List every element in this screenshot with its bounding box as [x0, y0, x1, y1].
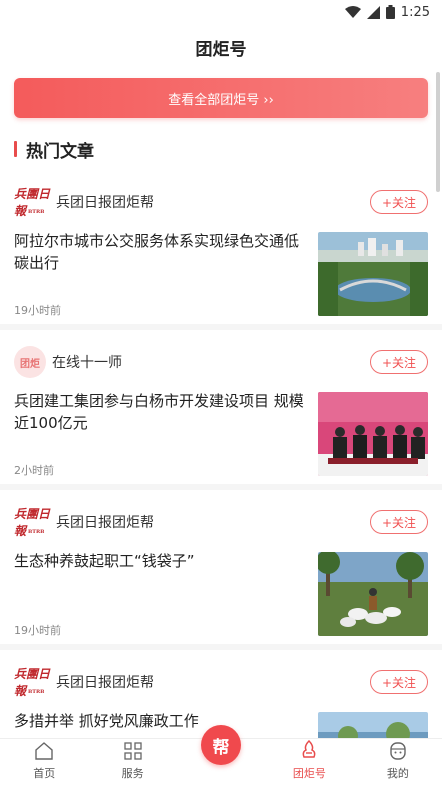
follow-button[interactable]: +关注	[370, 190, 428, 214]
article-time: 19小时前	[14, 304, 61, 317]
status-bar: 1:25	[0, 0, 442, 24]
tab-home[interactable]: 首页	[0, 739, 88, 786]
article-title[interactable]: 多措并举 抓好党风廉政工作	[14, 710, 304, 732]
tab-tuanju[interactable]: 团炬号	[265, 739, 353, 786]
bottom-tab-bar: 首页 服务 帮 团炬号 我的	[0, 725, 442, 786]
follow-button[interactable]: +关注	[370, 510, 428, 534]
section-title: 热门文章	[26, 141, 94, 162]
article-time: 19小时前	[14, 624, 61, 637]
bingtuan-ribao-logo[interactable]: 兵團日報 BTRB	[14, 187, 50, 218]
bingtuan-ribao-logo[interactable]: 兵團日報 BTRB	[14, 667, 50, 698]
card-header: 兵團日報 BTRB 兵团日报团炬帮 +关注	[14, 184, 428, 220]
view-all-tuanju-button[interactable]: 查看全部团炬号 ››	[14, 78, 428, 118]
tab-mine-label: 我的	[386, 767, 409, 780]
article-card[interactable]: 兵團日報 BTRB 兵团日报团炬帮 +关注 生态种养鼓起职工“钱袋子” 19小时前	[0, 490, 442, 650]
tab-service-label: 服务	[121, 767, 144, 780]
article-title[interactable]: 兵团建工集团参与白杨市开发建设项目 规模近100亿元	[14, 390, 304, 434]
home-icon	[33, 740, 55, 762]
signal-icon	[366, 5, 380, 19]
article-thumbnail[interactable]	[318, 392, 428, 476]
tab-tuanju-label: 团炬号	[292, 767, 326, 780]
tab-home-label: 首页	[33, 767, 56, 780]
bingtuan-ribao-logo[interactable]: 兵團日報 BTRB	[14, 507, 50, 538]
article-card[interactable]: 团炬 在线十一师 +关注 兵团建工集团参与白杨市开发建设项目 规模近100亿元 …	[0, 330, 442, 490]
article-time: 2小时前	[14, 464, 54, 477]
source-name[interactable]: 兵团日报团炬帮	[56, 672, 154, 692]
follow-button[interactable]: +关注	[370, 350, 428, 374]
article-thumbnail[interactable]	[318, 232, 428, 316]
article-title[interactable]: 阿拉尔市城市公交服务体系实现绿色交通低碳出行	[14, 230, 304, 274]
card-header: 兵團日報 BTRB 兵团日报团炬帮 +关注	[14, 664, 428, 700]
section-heading: 热门文章	[14, 138, 94, 162]
article-thumbnail[interactable]	[318, 552, 428, 636]
tab-service[interactable]: 服务	[88, 739, 176, 786]
wifi-icon	[344, 6, 361, 18]
source-name[interactable]: 兵团日报团炬帮	[56, 512, 154, 532]
card-header: 团炬 在线十一师 +关注	[14, 344, 428, 380]
source-name[interactable]: 兵团日报团炬帮	[56, 192, 154, 212]
article-feed: 兵團日報 BTRB 兵团日报团炬帮 +关注 阿拉尔市城市公交服务体系实现绿色交通低…	[0, 170, 442, 786]
help-center-button[interactable]: 帮	[201, 725, 242, 765]
grid-icon	[122, 740, 144, 762]
page-title: 团炬号	[195, 39, 247, 60]
battery-icon	[385, 5, 395, 19]
status-time: 1:25	[400, 4, 430, 20]
card-header: 兵團日報 BTRB 兵团日报团炬帮 +关注	[14, 504, 428, 540]
source-name[interactable]: 在线十一师	[52, 352, 122, 372]
article-card[interactable]: 兵團日報 BTRB 兵团日报团炬帮 +关注 阿拉尔市城市公交服务体系实现绿色交通低…	[0, 170, 442, 330]
user-face-icon	[387, 740, 409, 762]
follow-button[interactable]: +关注	[370, 670, 428, 694]
section-accent-bar	[14, 141, 17, 157]
article-title[interactable]: 生态种养鼓起职工“钱袋子”	[14, 550, 304, 572]
tab-mine[interactable]: 我的	[354, 739, 442, 786]
tab-center[interactable]: 帮	[177, 725, 265, 786]
torch-icon	[298, 740, 320, 762]
tuanju-logo[interactable]: 团炬	[14, 346, 46, 378]
